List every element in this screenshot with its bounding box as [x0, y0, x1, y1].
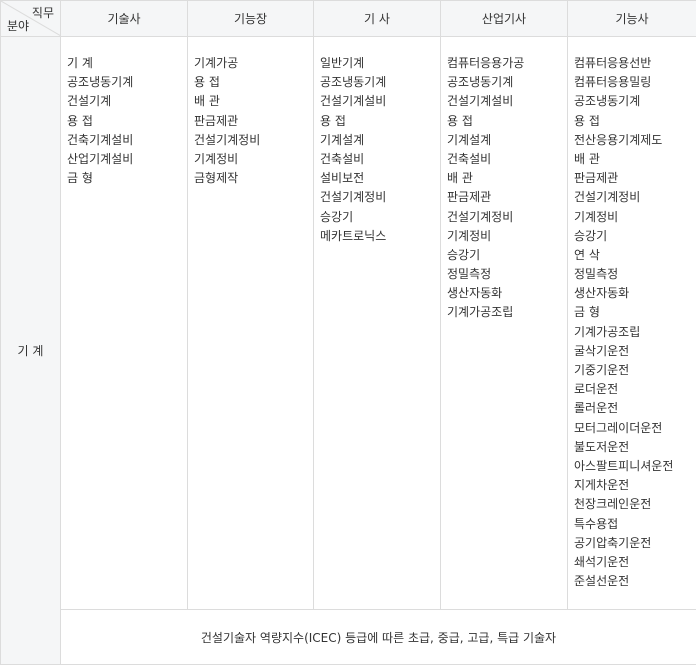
list-item: 기계정비 — [574, 209, 619, 224]
list-item: 기계가공조립 — [574, 324, 641, 339]
list-item: 기계설계 — [320, 132, 365, 147]
list-item: 용 접 — [447, 113, 473, 128]
header-row: 직무 분야 기술사 기능장 기 사 산업기사 기능사 — [0, 0, 696, 37]
list-item: 공기압축기운전 — [574, 535, 652, 550]
column-header-engineer: 기 사 — [313, 0, 441, 37]
list-item: 배 관 — [447, 171, 473, 186]
footer-row: 건설기술자 역량지수(ICEC) 등급에 따른 초급, 중급, 고급, 특급 기… — [1, 609, 696, 665]
list-item: 로더운전 — [574, 382, 619, 397]
list-item: 건축기계설비 — [67, 132, 134, 147]
corner-header-cell: 직무 분야 — [0, 0, 61, 37]
list-item: 기계설계 — [447, 132, 492, 147]
list-item: 건축설비 — [447, 151, 492, 166]
list-item: 용 접 — [67, 113, 93, 128]
list-item: 건축설비 — [320, 151, 365, 166]
list-item: 건설기계정비 — [194, 132, 261, 147]
list-item: 공조냉동기계 — [574, 94, 641, 109]
list-item: 공조냉동기계 — [447, 75, 514, 90]
list-item: 롤러운전 — [574, 401, 619, 416]
list-item: 기계정비 — [194, 151, 239, 166]
list-item: 컴퓨터응용가공 — [447, 56, 525, 70]
list-item: 승강기 — [447, 247, 481, 262]
list-item: 용 접 — [194, 75, 220, 90]
column-header-craftsman: 기능사 — [567, 0, 696, 37]
list-item: 건설기계 — [67, 94, 112, 109]
list-item: 메카트로닉스 — [320, 228, 387, 243]
footer-note: 건설기술자 역량지수(ICEC) 등급에 따른 초급, 중급, 고급, 특급 기… — [60, 609, 696, 665]
list-item: 금 형 — [67, 171, 93, 186]
qualification-list: 기계가공용 접배 관판금제관건설기계정비기계정비금형제작 — [194, 54, 313, 188]
list-item: 기계정비 — [447, 228, 492, 243]
corner-label-field: 분야 — [7, 19, 30, 33]
list-item: 기중기운전 — [574, 363, 630, 377]
list-item: 금형제작 — [194, 171, 239, 186]
column-header-master-craftsman: 기능장 — [187, 0, 314, 37]
qualification-list: 컴퓨터응용선반컴퓨터응용밀링공조냉동기계용 접전산응용기계제도배 관판금제관건설… — [574, 54, 696, 591]
list-item: 생산자동화 — [574, 286, 630, 301]
list-item: 전산응용기계제도 — [574, 132, 663, 147]
list-item: 용 접 — [320, 113, 346, 128]
list-item: 정밀측정 — [574, 267, 619, 282]
list-item: 불도저운전 — [574, 439, 630, 454]
list-item: 천장크레인운전 — [574, 497, 652, 512]
row-label-machinery: 기 계 — [0, 36, 61, 665]
list-item: 용 접 — [574, 113, 600, 128]
list-item: 기계가공 — [194, 56, 239, 70]
list-item: 준설선운전 — [574, 574, 630, 589]
list-cell-master-craftsman: 기계가공용 접배 관판금제관건설기계정비기계정비금형제작 — [187, 36, 314, 610]
list-item: 쇄석기운전 — [574, 554, 630, 569]
list-item: 모터그레이더운전 — [574, 420, 663, 435]
list-item: 건설기계정비 — [447, 209, 514, 224]
qualification-list: 컴퓨터응용가공공조냉동기계건설기계설비용 접기계설계건축설비배 관판금제관건설기… — [447, 54, 567, 323]
list-item: 특수용접 — [574, 516, 619, 531]
list-item: 컴퓨터응용밀링 — [574, 75, 652, 90]
qualification-list: 기 계공조냉동기계건설기계용 접건축기계설비산업기계설비금 형 — [67, 54, 187, 188]
list-item: 기 계 — [67, 56, 93, 70]
list-item: 정밀측정 — [447, 267, 492, 282]
list-item: 건설기계정비 — [320, 190, 387, 205]
list-item: 판금제관 — [194, 113, 239, 128]
list-item: 배 관 — [574, 151, 600, 166]
qualification-list: 일반기계공조냉동기계건설기계설비용 접기계설계건축설비설비보전건설기계정비승강기… — [320, 54, 440, 246]
list-item: 승강기 — [574, 228, 608, 243]
list-item: 컴퓨터응용선반 — [574, 56, 652, 70]
list-item: 건설기계정비 — [574, 190, 641, 205]
list-cell-engineer: 일반기계공조냉동기계건설기계설비용 접기계설계건축설비설비보전건설기계정비승강기… — [313, 36, 441, 610]
list-item: 기계가공조립 — [447, 305, 514, 320]
list-item: 금 형 — [574, 305, 600, 320]
column-header-professional-engineer: 기술사 — [60, 0, 188, 37]
list-item: 건설기계설비 — [447, 94, 514, 109]
list-item: 아스팔트피니셔운전 — [574, 458, 674, 473]
list-item: 판금제관 — [447, 190, 492, 205]
list-item: 생산자동화 — [447, 286, 503, 301]
list-item: 굴삭기운전 — [574, 343, 630, 358]
list-item: 공조냉동기계 — [67, 75, 134, 90]
list-item: 판금제관 — [574, 171, 619, 186]
corner-label-job: 직무 — [31, 6, 54, 20]
list-item: 산업기계설비 — [67, 151, 134, 166]
list-item: 일반기계 — [320, 56, 365, 70]
list-cell-professional-engineer: 기 계공조냉동기계건설기계용 접건축기계설비산업기계설비금 형 — [60, 36, 188, 610]
list-item: 건설기계설비 — [320, 94, 387, 109]
machinery-row: 기 계 기 계 공조냉동기계 건설기계 용 접 건축기계설비 산업기계설비 금 형 기계가공… — [0, 36, 696, 665]
list-item: 연 삭 — [574, 247, 600, 262]
list-cell-craftsman: 컴퓨터응용선반컴퓨터응용밀링공조냉동기계용 접전산응용기계제도배 관판금제관건설… — [567, 36, 696, 610]
list-item: 설비보전 — [320, 171, 365, 186]
list-item: 지게차운전 — [574, 478, 630, 493]
list-item: 승강기 — [320, 209, 354, 224]
list-item: 공조냉동기계 — [320, 75, 387, 90]
qualification-table: 직무 분야 기술사 기능장 기 사 산업기사 기능사 기 계 기 계 공조냉동기계… — [0, 0, 696, 665]
list-cell-industrial-engineer: 컴퓨터응용가공공조냉동기계건설기계설비용 접기계설계건축설비배 관판금제관건설기… — [440, 36, 568, 610]
column-header-industrial-engineer: 산업기사 — [440, 0, 568, 37]
list-item: 배 관 — [194, 94, 220, 109]
